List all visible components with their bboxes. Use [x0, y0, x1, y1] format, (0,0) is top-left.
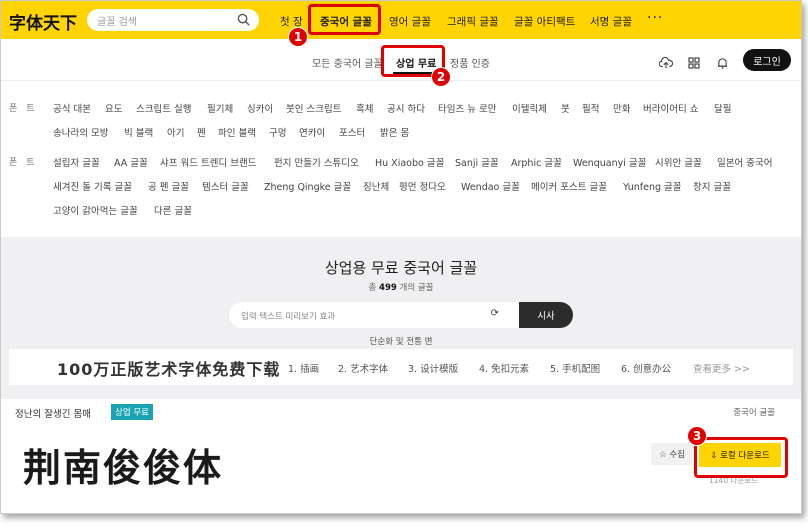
filter-tag[interactable]: 이텔릭체 [512, 101, 547, 115]
filter-tag[interactable]: 타임즈 뉴 로만 [438, 101, 496, 115]
preview-placeholder: 입력 텍스트 미리보기 효과 [241, 312, 336, 322]
banner-title[interactable]: 100万正版艺术字体免费下载 [57, 356, 280, 380]
filter-tag[interactable]: 일본어 중국어 [717, 155, 772, 169]
login-button[interactable]: 로그인 [743, 49, 791, 71]
grid-icon[interactable] [688, 54, 700, 73]
subnav-genuine[interactable]: 정품 인증 [450, 55, 490, 70]
filter-tag[interactable]: AA 글꼴 [114, 155, 148, 169]
filter-tag[interactable]: 파인 블랙 [218, 125, 256, 139]
filter-tag[interactable]: 밝은 몸 [380, 125, 409, 139]
preview-text-input[interactable]: 입력 텍스트 미리보기 효과 ⟳ [229, 302, 519, 328]
top-nav-bar: 字体天下 글꼴 검색 첫 장 중국어 글꼴 영어 글꼴 그래픽 글꼴 글꼴 아티… [1, 1, 801, 39]
refresh-icon[interactable]: ⟳ [491, 308, 499, 319]
filter-tag[interactable]: 샤프 워드 트렌디 브랜드 [160, 155, 256, 169]
font-category[interactable]: 중국어 글꼴 [733, 406, 775, 418]
nav-english-fonts[interactable]: 영어 글꼴 [389, 14, 431, 29]
subnav-all-chinese[interactable]: 모든 중국어 글꼴 [312, 55, 383, 70]
filter-tag[interactable]: 연카이 [299, 125, 325, 139]
font-count-suffix: 개의 글꼴 [399, 283, 434, 293]
step-number-2: 2 [431, 67, 451, 87]
hero-section: 상업용 무료 중국어 글꼴 총 499 개의 글꼴 입력 텍스트 미리보기 효과… [1, 237, 801, 399]
filter-tag[interactable]: 스크립트 실행 [136, 101, 191, 115]
banner-item-template[interactable]: 3. 设计模版 [408, 361, 458, 375]
step-number-3: 3 [687, 426, 707, 446]
font-card: 정난의 잘생긴 몸매 상업 무료 중국어 글꼴 荆南俊俊体 ☆ 수집 ⇩ 로컬 … [9, 399, 793, 513]
filter-tag[interactable]: 빅 블랙 [124, 125, 153, 139]
bell-icon[interactable] [717, 54, 728, 73]
filter-panel: 폰트 공식 대본 요도 스크립트 실행 필기체 싱카이 붓인 스크립트 흑체 공시 하다 타임즈… [1, 81, 801, 237]
search-box[interactable]: 글꼴 검색 [87, 9, 259, 31]
filter-tag[interactable]: 버라이어티 쇼 [643, 101, 698, 115]
preview-button[interactable]: 시사 [519, 302, 573, 328]
filter-tag[interactable]: Arphic 글꼴 [511, 155, 562, 169]
step-number-1: 1 [288, 27, 308, 47]
filter-tag[interactable]: 공식 대본 [53, 101, 91, 115]
filter-tag[interactable]: 흑체 [356, 101, 373, 115]
filter-tag[interactable]: 포스터 [339, 125, 365, 139]
banner-item-elements[interactable]: 4. 免扣元素 [479, 361, 529, 375]
filter-tag[interactable]: Wendao 글꼴 [461, 179, 520, 193]
highlight-box-3 [694, 437, 788, 478]
search-icon[interactable] [237, 13, 250, 29]
nav-signature-fonts[interactable]: 서명 글꼴 [590, 14, 632, 29]
font-count-value: 499 [379, 283, 397, 293]
site-logo[interactable]: 字体天下 [9, 9, 77, 34]
page-title: 상업용 무료 중국어 글꼴 [324, 259, 478, 277]
filter-tag[interactable]: Yunfeng 글꼴 [623, 179, 682, 193]
filter-tag[interactable]: 평먼 정다오 [399, 179, 446, 193]
nav-font-artifacts[interactable]: 글꼴 아티팩트 [514, 14, 575, 29]
search-input[interactable]: 글꼴 검색 [97, 13, 137, 28]
filter-tag[interactable]: Sanji 글꼴 [455, 155, 499, 169]
filter-tag[interactable]: 붓 [561, 101, 570, 115]
filter-tag[interactable]: 징난체 [363, 179, 389, 193]
filter-tag[interactable]: 창지 글꼴 [693, 179, 731, 193]
filter-tag[interactable]: 만화 [613, 101, 630, 115]
filter-tag[interactable]: 메이커 포스트 글꼴 [531, 179, 607, 193]
filter-row2-label: 폰트 [9, 158, 44, 168]
banner-more-link[interactable]: 查看更多 >> [693, 361, 750, 375]
font-sample-preview[interactable]: 荆南俊俊体 [23, 437, 223, 492]
banner-item-office[interactable]: 6. 创意办公 [621, 361, 671, 375]
filter-tag[interactable]: 새겨진 돌 기록 글꼴 [53, 179, 132, 193]
font-count: 총 499 개의 글꼴 [1, 281, 801, 293]
filter-tag[interactable]: 고양이 갉아먹는 글꼴 [53, 203, 138, 217]
filter-tag[interactable]: 공 펜 글꼴 [148, 179, 189, 193]
promo-banner[interactable]: 100万正版艺术字体免费下载 1. 插画 2. 艺术字体 3. 设计模版 4. … [9, 349, 793, 385]
filter-tag[interactable]: 구멍 [269, 125, 286, 139]
filter-tag[interactable]: 펀지 만들기 스튜디오 [274, 155, 359, 169]
filter-tag[interactable]: 붓인 스크립트 [286, 101, 341, 115]
filter-tag[interactable]: Zheng Qingke 글꼴 [264, 179, 351, 193]
filter-row1-label: 폰트 [9, 104, 44, 114]
browser-frame: 字体天下 글꼴 검색 첫 장 중국어 글꼴 영어 글꼴 그래픽 글꼴 글꼴 아티… [0, 0, 802, 514]
filter-tag[interactable]: 시위안 글꼴 [655, 155, 702, 169]
commercial-free-badge: 상업 무료 [111, 404, 153, 420]
nav-graphic-fonts[interactable]: 그래픽 글꼴 [447, 14, 499, 29]
filter-tag[interactable]: 달필 [714, 101, 731, 115]
filter-tag[interactable]: 필기체 [207, 101, 233, 115]
filter-tag[interactable]: 설립자 글꼴 [53, 155, 100, 169]
filter-tag[interactable]: 요도 [105, 101, 122, 115]
more-menu-icon[interactable]: ··· [647, 10, 663, 26]
favorite-button[interactable]: ☆ 수집 [651, 443, 693, 465]
banner-item-mobile[interactable]: 5. 手机配图 [550, 361, 600, 375]
filter-tag[interactable]: 펜 [197, 125, 206, 139]
filter-tag[interactable]: 싱카이 [247, 101, 273, 115]
filter-tag[interactable]: 아기 [167, 125, 184, 139]
filter-tag[interactable]: 템스터 글꼴 [202, 179, 249, 193]
font-name[interactable]: 정난의 잘생긴 몸매 [15, 406, 91, 420]
filter-tag[interactable]: 공시 하다 [387, 101, 425, 115]
banner-item-illustration[interactable]: 1. 插画 [288, 361, 319, 375]
filter-tag[interactable]: 송나라의 모방 [53, 125, 108, 139]
filter-tag[interactable]: Hu Xiaobo 글꼴 [375, 155, 444, 169]
upload-icon[interactable] [658, 54, 674, 73]
traditional-toggle[interactable]: 단순화 및 전통 변 [1, 335, 801, 347]
filter-tag[interactable]: 필적 [582, 101, 599, 115]
font-count-prefix: 총 [368, 283, 377, 293]
banner-item-art-font[interactable]: 2. 艺术字体 [338, 361, 388, 375]
highlight-box-1 [308, 4, 381, 35]
filter-tag[interactable]: 다른 글꼴 [154, 203, 192, 217]
filter-tag[interactable]: Wenquanyi 글꼴 [573, 155, 646, 169]
